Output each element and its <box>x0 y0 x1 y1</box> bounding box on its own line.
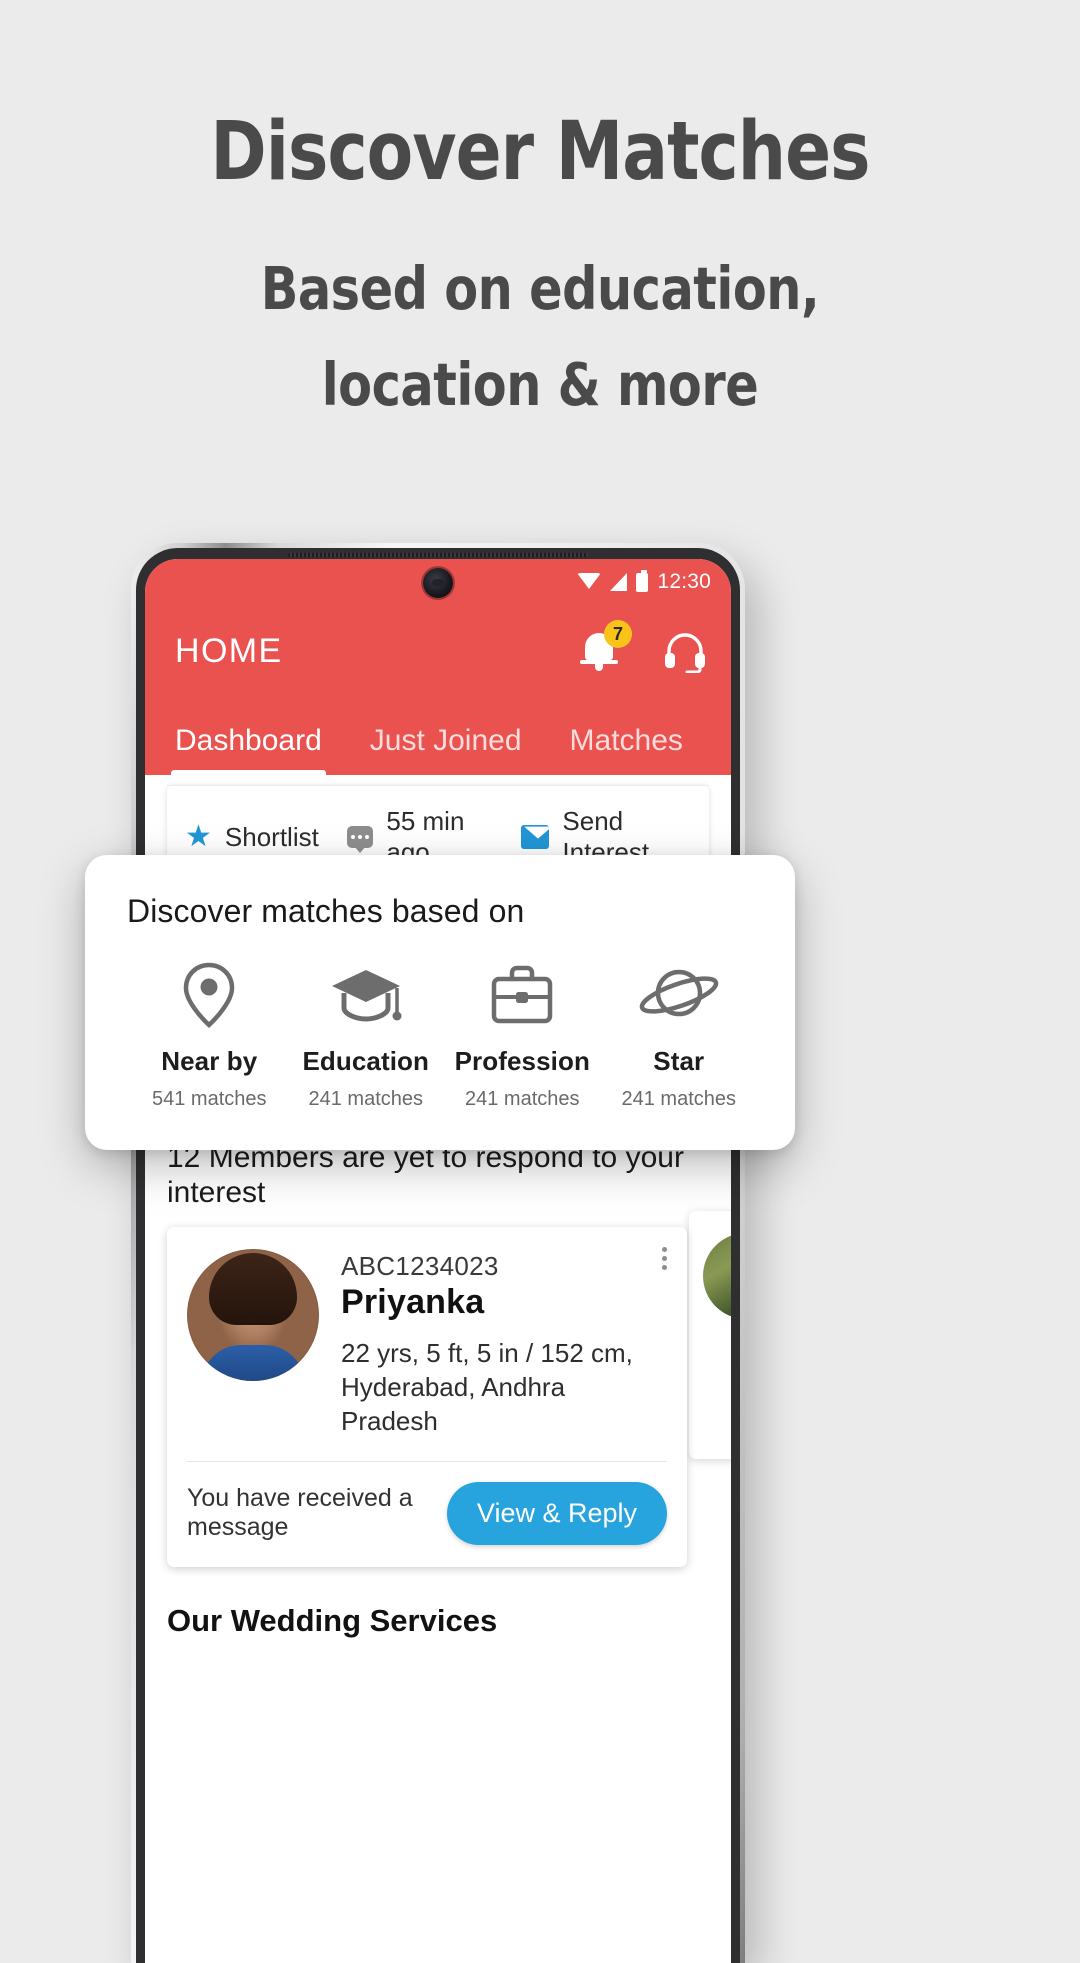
phone-bezel: 12:30 HOME 7 <box>136 548 740 1963</box>
star-icon: ★ <box>185 822 212 852</box>
profile-card-top: ABC1234023 Priyanka 22 yrs, 5 ft, 5 in /… <box>187 1249 667 1439</box>
profile-details-line1: 22 yrs, 5 ft, 5 in / 152 cm, <box>341 1336 667 1370</box>
view-reply-button[interactable]: View & Reply <box>447 1482 667 1545</box>
overlay-item-label: Education <box>288 1046 445 1077</box>
profile-id: ABC1234023 <box>341 1251 667 1282</box>
overlay-item-count: 241 matches <box>288 1088 445 1111</box>
overlay-item-label: Profession <box>444 1046 601 1077</box>
profile-list: ABC1234023 Priyanka 22 yrs, 5 ft, 5 in /… <box>145 1211 731 1567</box>
planet-icon <box>601 958 758 1032</box>
overlay-item-profession[interactable]: Profession 241 matches <box>444 958 601 1111</box>
profile-card-footer: You have received a message View & Reply <box>187 1462 667 1567</box>
overlay-item-count: 241 matches <box>444 1088 601 1111</box>
profile-card-next-peek[interactable] <box>689 1211 731 1459</box>
page-title: Discover Matches <box>38 112 1042 193</box>
front-camera-punch-hole <box>423 568 453 598</box>
overlay-title: Discover matches based on <box>127 893 765 930</box>
briefcase-icon <box>444 958 601 1032</box>
notifications-button[interactable]: 7 <box>577 627 623 675</box>
tab-bar[interactable]: Dashboard Just Joined Matches Premium <box>145 697 731 775</box>
phone-screen: 12:30 HOME 7 <box>145 559 731 1963</box>
status-bar-time: 12:30 <box>657 570 711 594</box>
kebab-menu-icon[interactable] <box>662 1247 667 1270</box>
tab-dashboard[interactable]: Dashboard <box>175 724 322 775</box>
wedding-services-heading: Our Wedding Services <box>145 1567 731 1639</box>
promo-subtitle-line1: Based on education, <box>38 241 1042 337</box>
overlay-item-label: Near by <box>131 1046 288 1077</box>
tab-matches[interactable]: Matches <box>570 724 683 775</box>
promo-subtitle: Based on education, location & more <box>38 241 1042 432</box>
overlay-item-list: Near by 541 matches Education 241 matche… <box>127 958 765 1111</box>
earpiece-speaker <box>288 553 588 557</box>
chat-icon <box>347 826 374 848</box>
tab-just-joined[interactable]: Just Joined <box>370 724 522 775</box>
app-header-title: HOME <box>175 632 577 671</box>
overlay-item-near-by[interactable]: Near by 541 matches <box>131 958 288 1111</box>
overlay-item-label: Star <box>601 1046 758 1077</box>
profile-details-line2: Hyderabad, Andhra Pradesh <box>341 1370 667 1439</box>
profile-card[interactable]: ABC1234023 Priyanka 22 yrs, 5 ft, 5 in /… <box>167 1227 687 1567</box>
profile-name: Priyanka <box>341 1283 667 1322</box>
app-header-actions: 7 <box>577 627 707 675</box>
phone-device-frame: 12:30 HOME 7 <box>131 543 745 1963</box>
shortlist-label: Shortlist <box>225 822 319 853</box>
overlay-item-education[interactable]: Education 241 matches <box>288 958 445 1111</box>
app-header: HOME 7 <box>145 605 731 697</box>
profile-details: 22 yrs, 5 ft, 5 in / 152 cm, Hyderabad, … <box>341 1336 667 1439</box>
profile-info: ABC1234023 Priyanka 22 yrs, 5 ft, 5 in /… <box>341 1249 667 1439</box>
support-button[interactable] <box>661 627 707 675</box>
signal-icon <box>610 573 627 591</box>
graduation-cap-icon <box>288 958 445 1032</box>
wifi-icon <box>577 573 601 589</box>
overlay-item-count: 541 matches <box>131 1088 288 1111</box>
location-pin-icon <box>131 958 288 1032</box>
headset-icon <box>663 631 707 673</box>
battery-icon <box>636 573 648 592</box>
envelope-icon <box>521 825 549 849</box>
shortlist-action[interactable]: ★ Shortlist <box>171 822 333 853</box>
promo-header: Discover Matches Based on education, loc… <box>0 0 1080 432</box>
promo-subtitle-line2: location & more <box>38 337 1042 433</box>
status-bar: 12:30 <box>145 559 731 605</box>
overlay-item-star[interactable]: Star 241 matches <box>601 958 758 1111</box>
discover-matches-overlay: Discover matches based on Near by 541 ma… <box>85 855 795 1150</box>
overlay-item-count: 241 matches <box>601 1088 758 1111</box>
notification-badge: 7 <box>604 620 632 648</box>
avatar[interactable] <box>187 1249 319 1381</box>
avatar <box>703 1233 731 1319</box>
message-status-text: You have received a message <box>187 1484 447 1542</box>
